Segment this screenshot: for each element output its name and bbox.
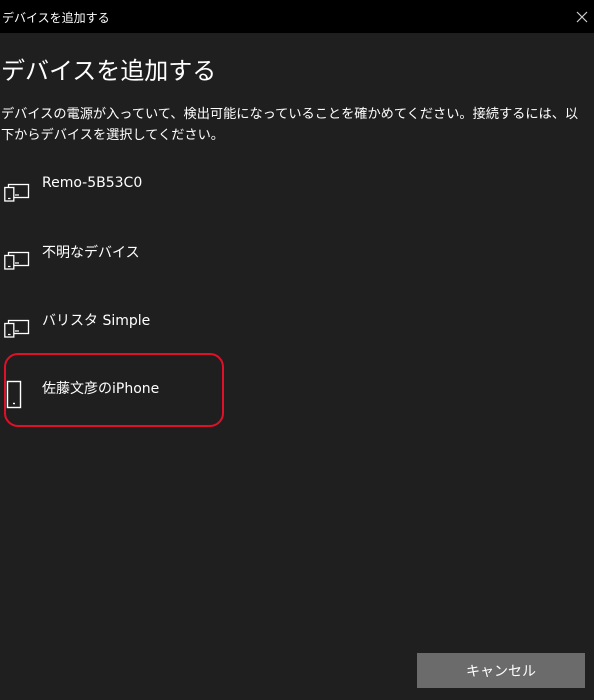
cancel-button[interactable]: キャンセル: [417, 653, 585, 688]
tablet-pc-icon: [4, 248, 30, 274]
tablet-pc-icon: [4, 316, 30, 342]
device-item-barista[interactable]: バリスタ Simple: [0, 308, 594, 364]
device-name: 佐藤文彦のiPhone: [42, 381, 160, 397]
device-item-iphone[interactable]: 佐藤文彦のiPhone: [0, 376, 594, 432]
instructions-text: デバイスの電源が入っていて、検出可能になっていることを確かめてください。接続する…: [1, 107, 579, 143]
device-name: Remo-5B53C0: [42, 175, 143, 191]
phone-icon: [4, 380, 24, 414]
tablet-pc-icon: [4, 180, 30, 206]
close-icon: [576, 11, 588, 23]
add-device-dialog: デバイスを追加する デバイスを追加する デバイスの電源が入っていて、検出可能にな…: [0, 0, 594, 700]
device-name: バリスタ Simple: [42, 313, 151, 329]
close-button[interactable]: [570, 0, 594, 33]
window-title: デバイスを追加する: [2, 11, 110, 25]
device-item-remo[interactable]: Remo-5B53C0: [0, 172, 594, 228]
device-item-unknown[interactable]: 不明なデバイス: [0, 240, 594, 296]
title-bar: デバイスを追加する: [0, 0, 594, 33]
page-title: デバイスを追加する: [1, 57, 217, 85]
device-name: 不明なデバイス: [42, 245, 140, 261]
